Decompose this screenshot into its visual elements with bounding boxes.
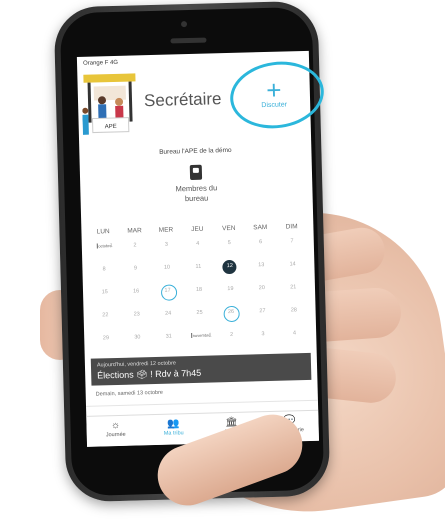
calendar-day[interactable]: 19 (214, 278, 246, 302)
calendar-day[interactable]: 24 (152, 302, 184, 326)
members-button[interactable]: Membres du bureau (80, 162, 313, 207)
tab-label: Journée (105, 431, 126, 439)
calendar-day[interactable]: 31 (153, 325, 185, 349)
calendar-day[interactable]: 3 (247, 323, 279, 347)
book-icon (189, 164, 203, 181)
calendar-day[interactable]: novembre1 (184, 324, 216, 348)
calendar-day[interactable]: 29 (90, 327, 122, 351)
calendar-week: 29 30 31 novembre1 2 3 4 (90, 322, 311, 351)
calendar-day[interactable]: 8 (88, 258, 120, 282)
carrier-label: Orange F 4G (82, 59, 119, 67)
calendar-day[interactable]: 30 (121, 326, 153, 350)
ape-illustration: APE (82, 73, 136, 135)
calendar-day-event[interactable]: 17 (152, 279, 184, 303)
calendar-day[interactable]: 27 (246, 300, 278, 324)
calendar-day[interactable]: 7 (276, 230, 308, 254)
calendar-day[interactable]: 2 (216, 324, 248, 348)
calendar-day[interactable]: 3 (150, 233, 182, 257)
speaker (170, 37, 207, 44)
calendar-day[interactable]: 28 (278, 299, 310, 323)
tab-journee[interactable]: ☼ Journée (86, 415, 145, 447)
camera (180, 21, 188, 28)
calendar-day[interactable]: 21 (277, 276, 309, 300)
calendar-day[interactable]: 15 (89, 281, 121, 305)
group-subtitle: Bureau l'APE de la démo (159, 146, 232, 156)
calendar-day[interactable]: 5 (213, 232, 245, 256)
calendar-day[interactable]: 13 (245, 254, 277, 278)
members-label: Membres du bureau (175, 183, 218, 204)
calendar-day[interactable]: 16 (120, 280, 152, 304)
calendar: LUN MAR MER JEU VEN SAM DIM octobre1 2 3… (81, 223, 316, 351)
calendar-day[interactable]: 23 (121, 303, 153, 327)
calendar-day-event[interactable]: 26 (215, 301, 247, 325)
calendar-day[interactable]: 9 (120, 257, 152, 281)
calendar-day-today[interactable]: 12 (214, 255, 246, 279)
calendar-day[interactable]: 22 (89, 304, 121, 328)
calendar-day[interactable]: 11 (182, 255, 214, 279)
calendar-day[interactable]: 25 (184, 301, 216, 325)
calendar-day[interactable]: 6 (245, 231, 277, 255)
calendar-day[interactable]: 4 (182, 232, 214, 256)
ape-badge: APE (105, 124, 117, 130)
calendar-day[interactable]: octobre1 (88, 235, 120, 259)
page-title: Secrétaire (143, 89, 222, 111)
calendar-day[interactable]: 14 (277, 253, 309, 277)
calendar-day[interactable]: 10 (151, 256, 183, 280)
calendar-day[interactable]: 20 (246, 277, 278, 301)
tab-label: Ma tribu (163, 430, 184, 437)
calendar-day[interactable]: 18 (183, 278, 215, 302)
calendar-day[interactable]: 2 (119, 234, 151, 258)
calendar-day[interactable]: 4 (278, 322, 310, 346)
